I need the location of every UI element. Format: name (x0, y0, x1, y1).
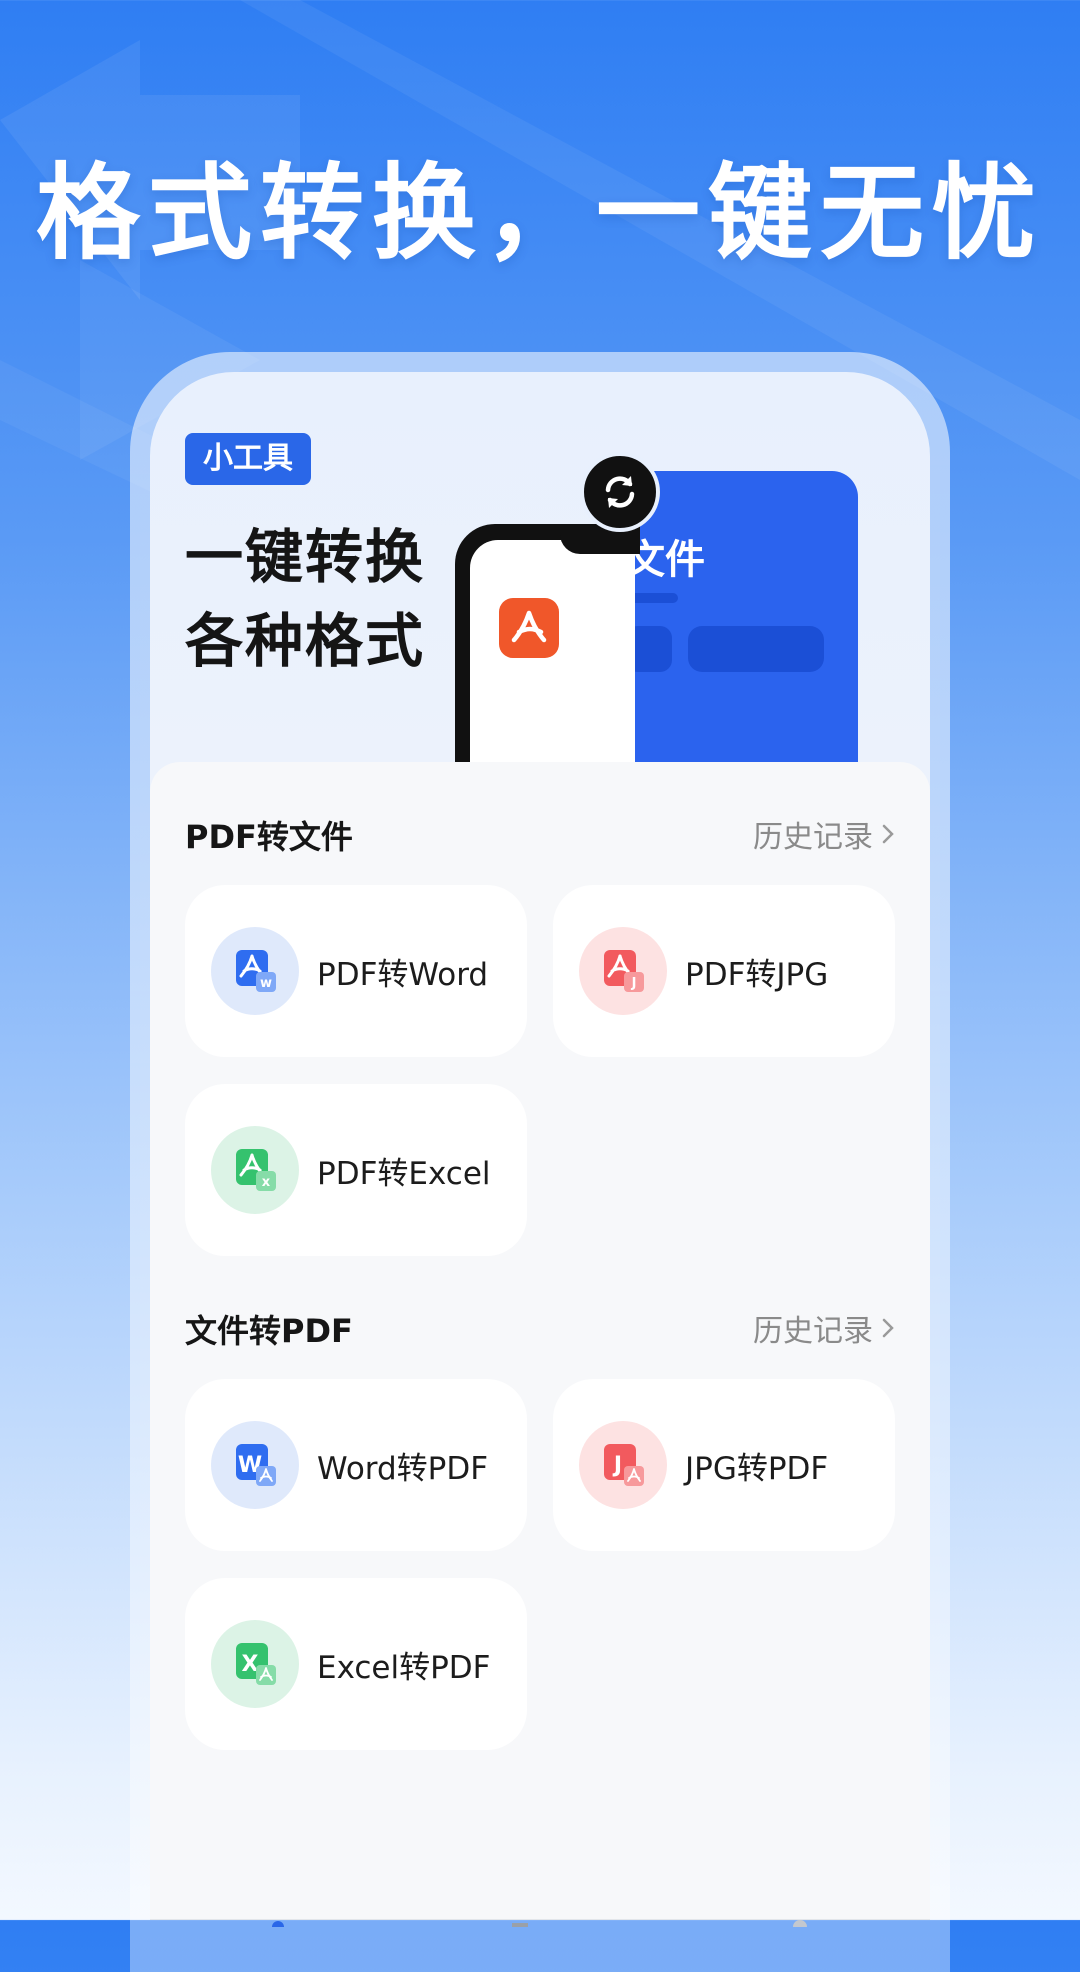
tool-card-pdf-to-excel[interactable]: x PDF转Excel (185, 1084, 527, 1256)
word-to-pdf-icon: W (211, 1421, 299, 1509)
pdf-to-jpg-icon: J (579, 927, 667, 1015)
pdf-to-excel-icon: x (211, 1126, 299, 1214)
tool-card-excel-to-pdf[interactable]: X Excel转PDF (185, 1578, 527, 1750)
tool-label: PDF转JPG (685, 956, 829, 993)
bottom-tab-bar-edge (150, 1912, 930, 1934)
svg-text:w: w (260, 976, 272, 991)
history-label: 历史记录 (753, 1314, 873, 1349)
tool-card-pdf-to-word[interactable]: w PDF转Word (185, 885, 527, 1057)
tool-label: PDF转Excel (317, 1155, 491, 1192)
section-title: 文件转PDF (185, 1312, 353, 1350)
chevron-right-icon (882, 824, 894, 844)
section-title: PDF转文件 (185, 818, 353, 856)
tool-card-pdf-to-jpg[interactable]: J PDF转JPG (553, 885, 895, 1057)
tools-panel: PDF转文件 历史记录 w PDF转Word J PDF转JPG x PDF转E… (150, 762, 930, 1920)
tool-card-jpg-to-pdf[interactable]: J JPG转PDF (553, 1379, 895, 1551)
file-card-pill (688, 626, 824, 672)
tool-label: JPG转PDF (685, 1450, 829, 1487)
svg-text:x: x (262, 1175, 271, 1190)
svg-text:X: X (242, 1652, 259, 1677)
history-link[interactable]: 历史记录 (753, 812, 895, 856)
section-header-file-to-pdf: 文件转PDF 历史记录 (185, 1306, 895, 1350)
svg-text:J: J (612, 1453, 622, 1478)
phone-screen: 小工具 一键转换 各种格式 文件 PDF转文件 历史记录 w PDF转Word … (150, 372, 930, 1920)
swap-icon (580, 452, 660, 532)
history-link[interactable]: 历史记录 (753, 1306, 895, 1350)
tool-badge: 小工具 (185, 433, 311, 485)
banner-title-line1: 一键转换 (185, 523, 426, 591)
tool-label: Word转PDF (317, 1450, 489, 1487)
pdf-app-icon (499, 598, 559, 658)
banner-title-line2: 各种格式 (185, 607, 426, 675)
chevron-right-icon (882, 1318, 894, 1338)
section-header-pdf-to-file: PDF转文件 历史记录 (185, 812, 895, 856)
excel-to-pdf-icon: X (211, 1620, 299, 1708)
tool-label: Excel转PDF (317, 1649, 491, 1686)
headline: 格式转换，一键无忧 (35, 152, 1044, 274)
history-label: 历史记录 (753, 820, 873, 855)
tool-card-word-to-pdf[interactable]: W Word转PDF (185, 1379, 527, 1551)
pdf-to-word-icon: w (211, 927, 299, 1015)
svg-text:J: J (631, 976, 637, 991)
tool-label: PDF转Word (317, 956, 489, 993)
jpg-to-pdf-icon: J (579, 1421, 667, 1509)
